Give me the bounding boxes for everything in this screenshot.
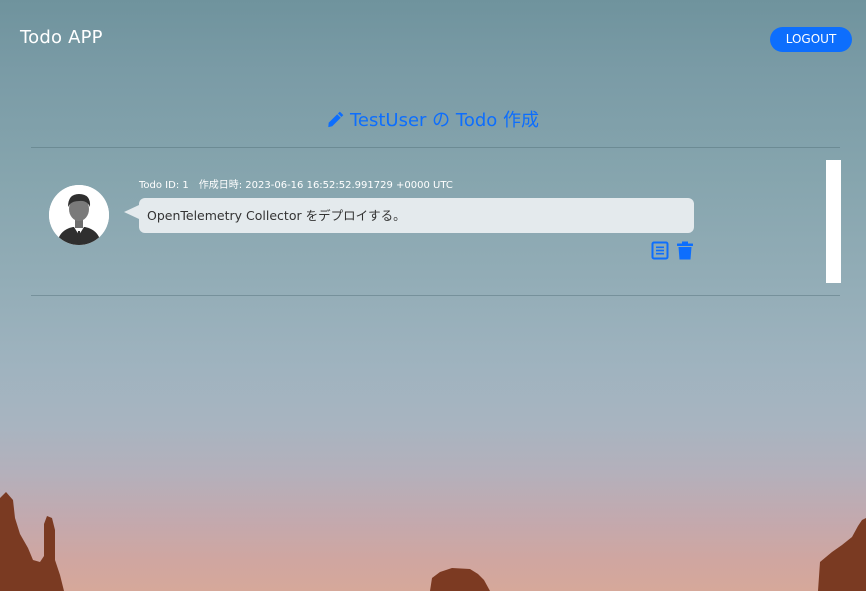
navbar: Todo APP LOGOUT xyxy=(0,0,866,78)
divider-top xyxy=(31,147,840,148)
user-avatar-icon xyxy=(49,185,109,245)
todo-content: OpenTelemetry Collector をデプロイする。 xyxy=(139,198,694,233)
page-title: TestUser の Todo 作成 xyxy=(0,109,866,135)
todo-created-at: 作成日時: 2023-06-16 16:52:52.991729 +0000 U… xyxy=(198,180,453,191)
todo-id: Todo ID: 1 xyxy=(139,180,189,191)
scrollbar[interactable] xyxy=(826,160,841,283)
todo-meta: Todo ID: 1 作成日時: 2023-06-16 16:52:52.9917… xyxy=(139,179,453,192)
divider-bottom xyxy=(31,295,840,296)
brand-title[interactable]: Todo APP xyxy=(20,27,103,49)
logout-button[interactable]: LOGOUT xyxy=(770,27,852,52)
page-title-text: TestUser の Todo 作成 xyxy=(349,110,540,131)
bubble-tail xyxy=(124,205,139,219)
trash-icon[interactable] xyxy=(676,241,694,260)
document-icon[interactable] xyxy=(651,241,669,260)
pencil-icon xyxy=(327,111,344,135)
